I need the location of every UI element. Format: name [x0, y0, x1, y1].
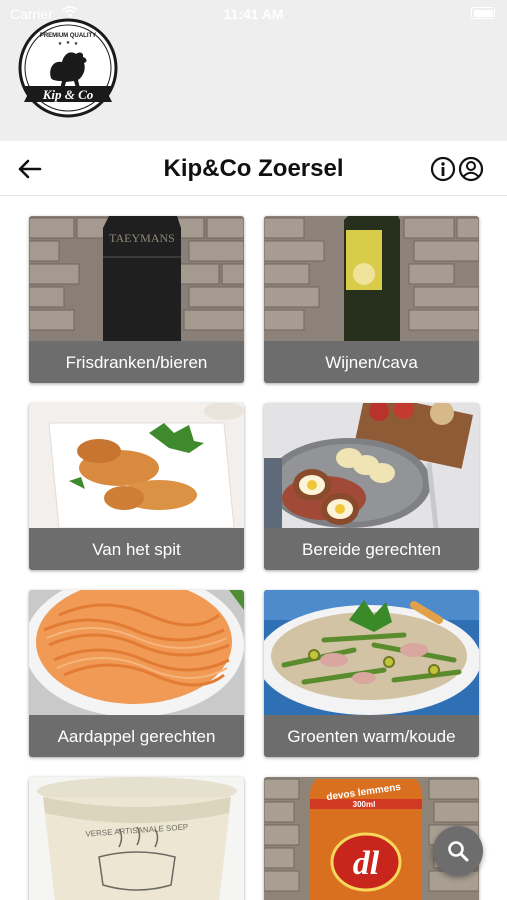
scotch-eggs-plate-image [264, 403, 479, 528]
mashed-potatoes-image [29, 590, 244, 715]
svg-text:dl: dl [353, 845, 380, 882]
category-card-frisdranken[interactable]: TAEYMANS Frisdranken/bieren [29, 216, 244, 383]
battery-icon [471, 7, 495, 19]
category-card-groenten[interactable]: Groenten warm/koude [264, 590, 479, 757]
kip-co-logo: PREMIUM QUALITY ★ ★ ★ Kip & Co [18, 18, 118, 118]
chicken-wings-image [29, 403, 244, 528]
logo-text: Kip & Co [42, 87, 94, 102]
svg-text:★: ★ [58, 41, 63, 47]
wine-bottle-image [264, 216, 479, 341]
info-icon[interactable] [430, 156, 456, 182]
svg-text:300ml: 300ml [353, 800, 376, 809]
soup-container-image: VERSE ARTISANALE SOEP [29, 777, 244, 900]
category-label: Aardappel gerechten [29, 715, 244, 757]
category-label: Groenten warm/koude [264, 715, 479, 757]
category-card-bereide-gerechten[interactable]: Bereide gerechten [264, 403, 479, 570]
svg-text:PREMIUM QUALITY: PREMIUM QUALITY [40, 33, 96, 39]
status-time: 11:41 AM [223, 6, 284, 22]
beer-bottle-image: TAEYMANS [29, 216, 244, 341]
category-label: Van het spit [29, 528, 244, 570]
svg-text:★: ★ [74, 41, 79, 47]
category-card-soep[interactable]: VERSE ARTISANALE SOEP [29, 777, 244, 900]
search-button[interactable] [433, 826, 483, 876]
user-circle-icon[interactable] [458, 156, 484, 182]
category-card-wijnen[interactable]: Wijnen/cava [264, 216, 479, 383]
category-label: Bereide gerechten [264, 528, 479, 570]
category-card-aardappel-gerechten[interactable]: Aardappel gerechten [29, 590, 244, 757]
category-card-van-het-spit[interactable]: Van het spit [29, 403, 244, 570]
navigation-bar: Kip&Co Zoersel [0, 141, 507, 196]
category-label: Frisdranken/bieren [29, 341, 244, 383]
search-icon [448, 841, 469, 862]
svg-text:★: ★ [66, 40, 71, 46]
svg-text:TAEYMANS: TAEYMANS [109, 231, 175, 245]
status-bar: Carrier 11:41 AM [0, 0, 507, 28]
salad-bowl-image [264, 590, 479, 715]
category-label: Wijnen/cava [264, 341, 479, 383]
